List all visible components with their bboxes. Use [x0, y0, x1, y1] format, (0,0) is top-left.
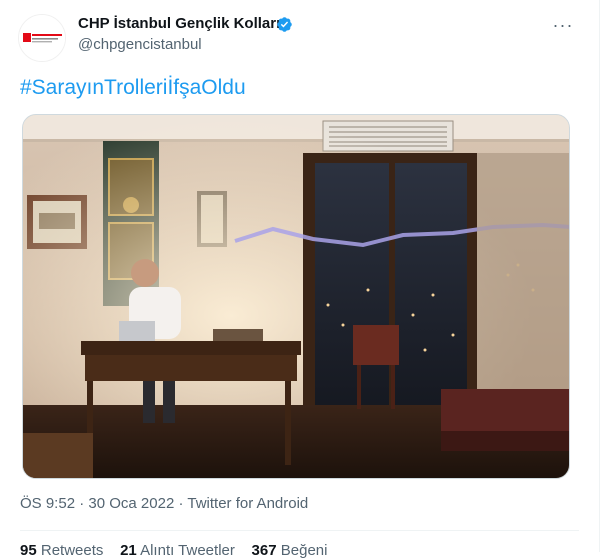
retweets-count: 95 [20, 542, 37, 559]
tweet-time[interactable]: ÖS 9:52 [20, 495, 75, 512]
more-dots-icon[interactable]: ··· [548, 10, 578, 40]
tweet-source[interactable]: Twitter for Android [187, 495, 308, 512]
quotes-label: Alıntı Tweetler [140, 542, 235, 559]
tweet-photo[interactable] [22, 114, 570, 479]
avatar[interactable] [18, 14, 66, 62]
hashtag-link[interactable]: #SarayınTrolleriİfşaOldu [20, 76, 246, 100]
retweets-label: Retweets [40, 542, 104, 559]
office-photo [23, 115, 569, 478]
handle[interactable]: @chpgencistanbul [78, 36, 202, 53]
meta-separator: · [178, 495, 184, 512]
likes-count: 367 [251, 542, 277, 559]
likes-label: Beğeni [280, 542, 328, 559]
tweet-stats: 95 Retweets 21 Alıntı Tweetler 367 Beğen… [20, 542, 327, 559]
tweet-date[interactable]: 30 Oca 2022 [88, 495, 174, 512]
chp-logo-icon [19, 15, 65, 61]
verified-badge-icon [277, 17, 292, 32]
quotes-count: 21 [120, 542, 137, 559]
divider [20, 530, 579, 531]
tweet-meta: ÖS 9:52 · 30 Oca 2022 · Twitter for Andr… [20, 495, 308, 512]
retweets-link[interactable]: 95 Retweets [20, 542, 103, 559]
display-name[interactable]: CHP İstanbul Gençlik Kolları [78, 15, 280, 32]
likes-link[interactable]: 367 Beğeni [252, 542, 328, 559]
meta-separator: · [79, 495, 85, 512]
tweet: CHP İstanbul Gençlik Kolları @chpgencist… [0, 0, 600, 559]
quotes-link[interactable]: 21 Alıntı Tweetler [120, 542, 235, 559]
